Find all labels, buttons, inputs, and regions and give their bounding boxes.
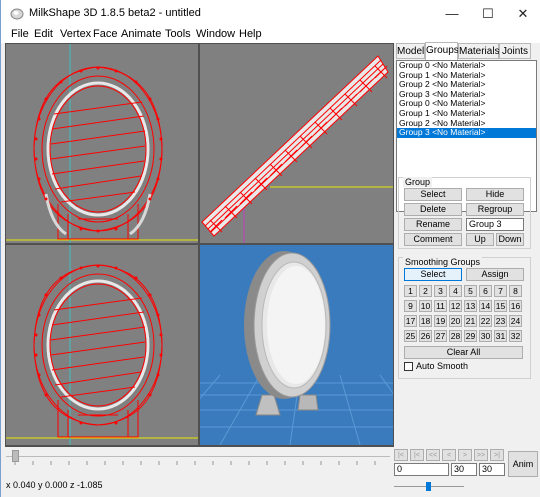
group-box: Group Select Hide Delete Regroup Rename … <box>398 177 531 249</box>
smoothing-select-button[interactable]: Select <box>404 268 462 281</box>
tab-joints[interactable]: Joints <box>499 43 531 59</box>
minimize-button[interactable]: — <box>432 0 472 27</box>
smoothing-group-5[interactable]: 5 <box>464 285 477 297</box>
smoothing-group-8[interactable]: 8 <box>509 285 522 297</box>
group-down-button[interactable]: Down <box>496 233 524 246</box>
smoothing-groups-label: Smoothing Groups <box>403 257 483 267</box>
3d-render <box>200 251 393 445</box>
viewport-top[interactable] <box>200 44 393 243</box>
menu-vertex[interactable]: Vertex <box>60 28 91 40</box>
menu-help[interactable]: Help <box>239 28 262 40</box>
milkshape-app-icon <box>10 8 24 20</box>
next-frame-button[interactable]: > <box>458 449 472 461</box>
speed-slider-thumb[interactable] <box>426 482 431 491</box>
smoothing-group-25[interactable]: 25 <box>404 330 417 342</box>
smoothing-group-27[interactable]: 27 <box>434 330 447 342</box>
smoothing-group-30[interactable]: 30 <box>479 330 492 342</box>
menu-bar: File Edit Vertex Face Animate Tools Wind… <box>1 27 540 43</box>
smoothing-group-15[interactable]: 15 <box>494 300 507 312</box>
smoothing-group-14[interactable]: 14 <box>479 300 492 312</box>
group-hide-button[interactable]: Hide <box>466 188 524 201</box>
bottom-bar: x 0.040 y 0.000 z -1.085 |< |< << < > >> >| 0 … <box>1 447 540 497</box>
smoothing-group-28[interactable]: 28 <box>449 330 462 342</box>
group-delete-button[interactable]: Delete <box>404 203 462 216</box>
auto-smooth-checkbox[interactable] <box>404 362 413 371</box>
side-wireframe <box>6 245 198 445</box>
window-title: MilkShape 3D 1.8.5 beta2 - untitled <box>29 7 201 19</box>
milkshape-window: MilkShape 3D 1.8.5 beta2 - untitled — ☐ … <box>0 0 540 497</box>
prev-frame-button[interactable]: < <box>442 449 456 461</box>
maximize-button[interactable]: ☐ <box>468 0 508 27</box>
smoothing-group-6[interactable]: 6 <box>479 285 492 297</box>
coordinate-readout: x 0.040 y 0.000 z -1.085 <box>6 480 103 490</box>
smoothing-group-11[interactable]: 11 <box>434 300 447 312</box>
first-frame-button[interactable]: |< <box>394 449 408 461</box>
title-bar: MilkShape 3D 1.8.5 beta2 - untitled — ☐ … <box>1 0 540 27</box>
smoothing-group-24[interactable]: 24 <box>509 315 522 327</box>
smoothing-group-26[interactable]: 26 <box>419 330 432 342</box>
clear-all-button[interactable]: Clear All <box>404 346 523 359</box>
smoothing-assign-button[interactable]: Assign <box>466 268 524 281</box>
smoothing-group-31[interactable]: 31 <box>494 330 507 342</box>
smoothing-group-2[interactable]: 2 <box>419 285 432 297</box>
right-panel: Model Groups Materials Joints Group 0 <N… <box>394 42 540 447</box>
menu-edit[interactable]: Edit <box>34 28 53 40</box>
last-frame-button[interactable]: >| <box>490 449 504 461</box>
viewport-front[interactable] <box>6 44 198 243</box>
smoothing-group-4[interactable]: 4 <box>449 285 462 297</box>
smoothing-group-13[interactable]: 13 <box>464 300 477 312</box>
tab-materials[interactable]: Materials <box>458 43 500 59</box>
smoothing-group-19[interactable]: 19 <box>434 315 447 327</box>
menu-face[interactable]: Face <box>93 28 117 40</box>
smoothing-group-1[interactable]: 1 <box>404 285 417 297</box>
top-wireframe <box>201 55 393 243</box>
group-regroup-button[interactable]: Regroup <box>466 203 524 216</box>
group-up-button[interactable]: Up <box>466 233 494 246</box>
smoothing-group-17[interactable]: 17 <box>404 315 417 327</box>
tab-groups[interactable]: Groups <box>425 42 459 60</box>
viewport-side[interactable] <box>6 245 198 445</box>
smoothing-group-3[interactable]: 3 <box>434 285 447 297</box>
menu-animate[interactable]: Animate <box>121 28 161 40</box>
tab-model[interactable]: Model <box>396 43 425 59</box>
smoothing-group-9[interactable]: 9 <box>404 300 417 312</box>
smoothing-group-20[interactable]: 20 <box>449 315 462 327</box>
smoothing-group-32[interactable]: 32 <box>509 330 522 342</box>
smoothing-groups-box: Smoothing Groups Select Assign 123456789… <box>398 257 531 379</box>
frame-current-field[interactable]: 30 <box>451 463 477 476</box>
first-key-button[interactable]: |< <box>410 449 424 461</box>
smoothing-group-22[interactable]: 22 <box>479 315 492 327</box>
group-comment-button[interactable]: Comment <box>404 233 462 246</box>
smoothing-group-21[interactable]: 21 <box>464 315 477 327</box>
anim-button[interactable]: Anim <box>508 451 538 477</box>
smoothing-group-18[interactable]: 18 <box>419 315 432 327</box>
smoothing-group-12[interactable]: 12 <box>449 300 462 312</box>
smoothing-group-23[interactable]: 23 <box>494 315 507 327</box>
menu-file[interactable]: File <box>11 28 29 40</box>
speed-slider[interactable] <box>394 482 464 491</box>
frame-start-field[interactable]: 0 <box>394 463 449 476</box>
close-button[interactable]: ✕ <box>503 0 540 27</box>
smoothing-group-10[interactable]: 10 <box>419 300 432 312</box>
group-rename-button[interactable]: Rename <box>404 218 462 231</box>
menu-window[interactable]: Window <box>196 28 235 40</box>
timeline-slider[interactable] <box>6 449 390 465</box>
group-box-label: Group <box>403 177 433 187</box>
group-name-field[interactable]: Group 3 <box>466 218 524 231</box>
menu-tools[interactable]: Tools <box>165 28 191 40</box>
smoothing-group-29[interactable]: 29 <box>464 330 477 342</box>
rewind-button[interactable]: << <box>426 449 440 461</box>
fast-forward-button[interactable]: >> <box>474 449 488 461</box>
front-wireframe <box>6 44 198 243</box>
frame-total-field[interactable]: 30 <box>479 463 505 476</box>
group-select-button[interactable]: Select <box>404 188 462 201</box>
group-list-item-selected[interactable]: Group 3 <No Material> <box>397 128 536 138</box>
auto-smooth-label: Auto Smooth <box>416 361 469 371</box>
smoothing-group-16[interactable]: 16 <box>509 300 522 312</box>
smoothing-group-7[interactable]: 7 <box>494 285 507 297</box>
viewport-3d[interactable] <box>200 245 393 445</box>
